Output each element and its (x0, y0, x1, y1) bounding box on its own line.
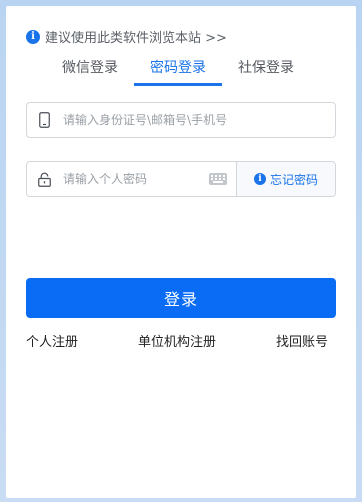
login-panel: i 建议使用此类软件浏览本站 >> 微信登录 密码登录 社保登录 请输入身份证号… (6, 6, 356, 498)
info-icon: i (253, 173, 266, 185)
tab-social-security-login[interactable]: 社保登录 (222, 50, 310, 86)
account-input[interactable] (61, 105, 335, 135)
login-tabs: 微信登录 密码登录 社保登录 (46, 50, 310, 86)
info-icon: i (26, 29, 40, 44)
recover-account-link[interactable]: 找回账号 (276, 331, 328, 350)
forgot-password-button[interactable]: i 忘记密码 (236, 162, 335, 196)
tab-wechat-login[interactable]: 微信登录 (46, 50, 134, 86)
login-button[interactable]: 登录 (26, 278, 336, 318)
tab-label: 微信登录 (62, 60, 118, 76)
org-register-link[interactable]: 单位机构注册 (138, 331, 216, 350)
lock-icon (27, 162, 61, 196)
password-field: i 忘记密码 (26, 161, 336, 197)
phone-icon (27, 103, 61, 137)
browser-notice-text[interactable]: 建议使用此类软件浏览本站 >> (45, 27, 227, 46)
tab-label: 密码登录 (150, 60, 206, 76)
password-input[interactable] (61, 164, 209, 194)
tab-password-login[interactable]: 密码登录 (134, 50, 222, 86)
tab-label: 社保登录 (238, 60, 294, 76)
footer-links: 个人注册 单位机构注册 找回账号 (26, 331, 328, 350)
browser-notice[interactable]: i 建议使用此类软件浏览本站 >> (26, 27, 227, 46)
personal-register-link[interactable]: 个人注册 (26, 331, 78, 350)
account-field (26, 102, 336, 138)
keyboard-icon[interactable] (209, 173, 227, 185)
forgot-password-label: 忘记密码 (269, 172, 318, 187)
